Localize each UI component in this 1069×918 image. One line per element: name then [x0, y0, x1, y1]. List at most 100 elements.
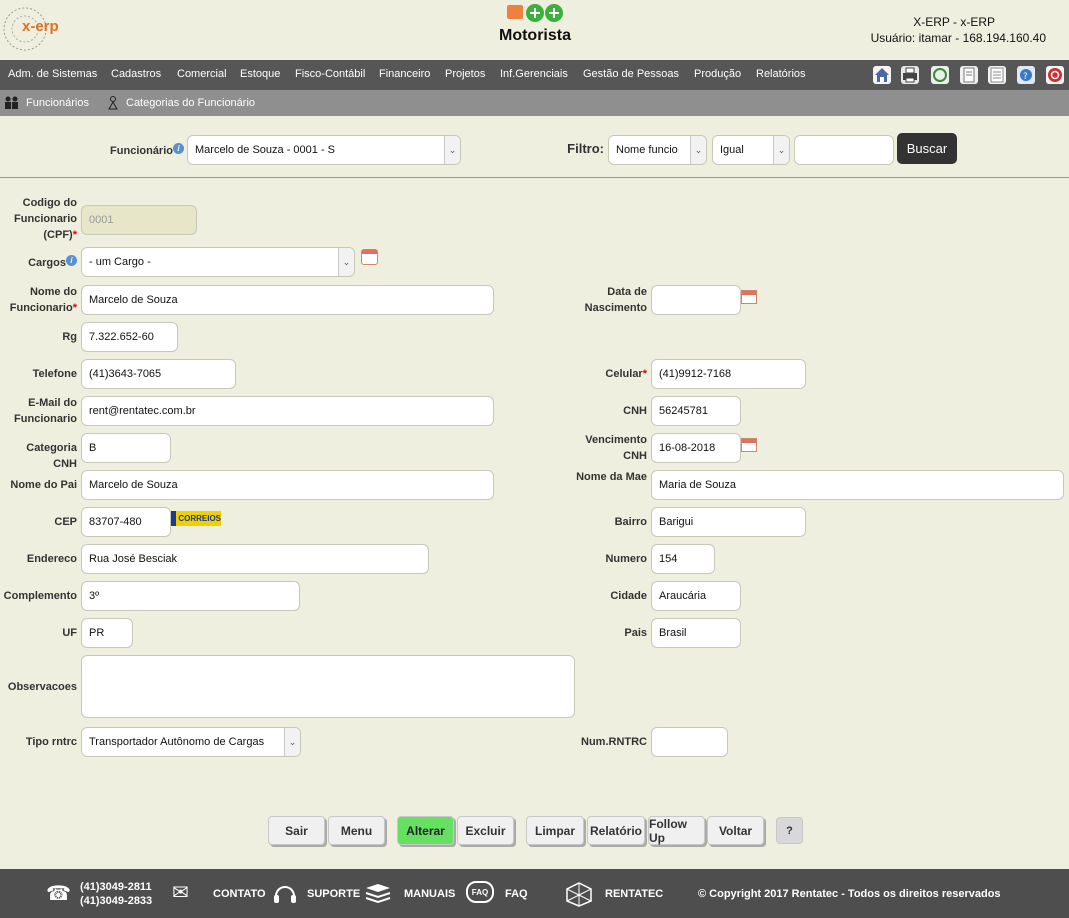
- correios-label: CORREIOS: [178, 514, 221, 523]
- menu-projetos[interactable]: Projetos: [445, 68, 485, 80]
- document-icon[interactable]: [960, 66, 978, 84]
- email-input[interactable]: rent@rentatec.com.br: [81, 396, 494, 426]
- footer-faq[interactable]: FAQ: [505, 888, 528, 900]
- cep-input[interactable]: 83707-480: [81, 507, 171, 537]
- celular-input[interactable]: (41)9912-7168: [651, 359, 806, 389]
- rg-input[interactable]: 7.322.652-60: [81, 322, 178, 352]
- num-rntrc-label: Num.RNTRC: [581, 736, 647, 748]
- uf-input[interactable]: PR: [81, 618, 133, 648]
- excluir-button[interactable]: Excluir: [457, 816, 514, 845]
- voltar-button[interactable]: Voltar: [707, 816, 764, 845]
- help-button[interactable]: ?: [776, 817, 803, 844]
- notepad-icon[interactable]: [988, 66, 1006, 84]
- submenu-categorias-funcionario[interactable]: Categorias do Funcionário: [126, 97, 255, 109]
- menu-fisco-contabil[interactable]: Fisco-Contábil: [295, 68, 365, 80]
- uf-label: UF: [62, 627, 77, 639]
- complemento-input[interactable]: 3º: [81, 581, 300, 611]
- add-new-icon[interactable]: [545, 4, 563, 22]
- vencimento-input[interactable]: 16-08-2018: [651, 433, 741, 463]
- category-icon: [106, 95, 122, 110]
- menu-inf-gerenciais[interactable]: Inf.Gerenciais: [500, 68, 568, 80]
- filter-search-input[interactable]: [794, 135, 894, 165]
- chevron-down-icon: ⌄: [690, 136, 706, 164]
- footer-manuais[interactable]: MANUAIS: [404, 888, 455, 900]
- telefone-input[interactable]: (41)3643-7065: [81, 359, 236, 389]
- faq-bubble-label: FAQ: [471, 887, 489, 897]
- celular-label-text: Celular: [605, 368, 643, 380]
- sub-menu-bar: Funcionários Categorias do Funcionário: [0, 90, 1069, 116]
- funcionario-select-value: Marcelo de Souza - 0001 - S: [195, 144, 336, 156]
- favorite-icon[interactable]: [507, 5, 523, 19]
- categoria-cnh-input[interactable]: B: [81, 433, 171, 463]
- menu-financeiro[interactable]: Financeiro: [379, 68, 430, 80]
- relatorio-button[interactable]: Relatório: [587, 816, 645, 845]
- nascimento-input[interactable]: [651, 285, 741, 315]
- menu-gestao-pessoas[interactable]: Gestão de Pessoas: [583, 68, 679, 80]
- printer-icon[interactable]: [901, 66, 919, 84]
- pai-input[interactable]: Marcelo de Souza: [81, 470, 494, 500]
- footer-contato[interactable]: CONTATO: [213, 888, 266, 900]
- observacoes-label: Observacoes: [7, 681, 77, 693]
- sair-button[interactable]: Sair: [268, 816, 325, 845]
- codigo-input[interactable]: 0001: [81, 205, 197, 235]
- chevron-down-icon: ⌄: [338, 248, 354, 276]
- svg-text:?: ?: [1023, 72, 1028, 82]
- logo-text: x-erp: [22, 18, 59, 35]
- celular-label: Celular*: [605, 368, 647, 380]
- funcionario-select[interactable]: Marcelo de Souza - 0001 - S ⌄: [187, 135, 461, 165]
- endereco-input[interactable]: Rua José Besciak: [81, 544, 429, 574]
- alterar-button[interactable]: Alterar: [397, 816, 454, 845]
- info-icon[interactable]: i: [66, 255, 77, 266]
- tipo-rntrc-label: Tipo rntrc: [25, 736, 77, 748]
- nome-label-text: Nome do Funcionario: [9, 286, 77, 314]
- cidade-input[interactable]: Araucária: [651, 581, 741, 611]
- footer-copyright: © Copyright 2017 Rentatec - Todos os dir…: [698, 888, 1001, 900]
- menu-button[interactable]: Menu: [328, 816, 385, 845]
- calendar-icon[interactable]: [741, 438, 757, 452]
- footer-rentatec[interactable]: RENTATEC: [605, 888, 663, 900]
- filter-operator-select[interactable]: Igual ⌄: [712, 135, 790, 165]
- menu-adm-sistemas[interactable]: Adm. de Sistemas: [8, 68, 97, 80]
- main-menu-bar: Adm. de Sistemas Cadastros Comercial Est…: [0, 60, 1069, 90]
- bairro-input[interactable]: Barigui: [651, 507, 806, 537]
- footer-phone-2: (41)3049-2833: [80, 895, 153, 907]
- num-rntrc-input[interactable]: [651, 727, 728, 757]
- page-title: Motorista: [499, 27, 571, 44]
- calendar-icon[interactable]: [741, 290, 757, 304]
- menu-cadastros[interactable]: Cadastros: [111, 68, 161, 80]
- calendar-icon[interactable]: [361, 249, 378, 265]
- submenu-funcionarios[interactable]: Funcionários: [26, 97, 89, 109]
- observacoes-textarea[interactable]: [81, 655, 575, 718]
- rg-label: Rg: [62, 331, 77, 343]
- help-bubble-icon[interactable]: ?: [1017, 66, 1035, 84]
- cargos-select[interactable]: - um Cargo - ⌄: [81, 247, 355, 277]
- tipo-rntrc-select[interactable]: Transportador Autônomo de Cargas ⌄: [81, 727, 301, 757]
- menu-estoque[interactable]: Estoque: [240, 68, 280, 80]
- pais-input[interactable]: Brasil: [651, 618, 741, 648]
- funcionario-label-text: Funcionário: [110, 145, 173, 157]
- codigo-label: Codigo do Funcionario (CPF)*: [14, 197, 77, 241]
- footer-suporte[interactable]: SUPORTE: [307, 888, 360, 900]
- cnh-input[interactable]: 56245781: [651, 396, 741, 426]
- mae-input[interactable]: Maria de Souza: [651, 470, 1064, 500]
- filter-field-select[interactable]: Nome funcio ⌄: [608, 135, 707, 165]
- power-icon[interactable]: [1046, 66, 1064, 84]
- limpar-button[interactable]: Limpar: [526, 816, 584, 845]
- numero-input[interactable]: 154: [651, 544, 715, 574]
- menu-comercial[interactable]: Comercial: [177, 68, 227, 80]
- recycle-icon[interactable]: [931, 66, 949, 84]
- menu-producao[interactable]: Produção: [694, 68, 741, 80]
- correios-lookup-icon[interactable]: CORREIOS: [171, 511, 221, 526]
- rentatec-logo-icon: [565, 881, 593, 907]
- chevron-down-icon: ⌄: [773, 136, 789, 164]
- funcionario-label: Funcionário i: [100, 143, 184, 159]
- info-icon[interactable]: i: [173, 143, 184, 154]
- user-info: Usuário: itamar - 168.194.160.40: [870, 31, 1046, 45]
- follow-up-button[interactable]: Follow Up: [648, 816, 705, 845]
- buscar-button[interactable]: Buscar: [897, 133, 957, 164]
- add-icon[interactable]: [526, 4, 544, 22]
- employees-icon: [4, 95, 20, 110]
- menu-relatorios[interactable]: Relatórios: [756, 68, 806, 80]
- nome-input[interactable]: Marcelo de Souza: [81, 285, 494, 315]
- home-icon[interactable]: [873, 66, 891, 84]
